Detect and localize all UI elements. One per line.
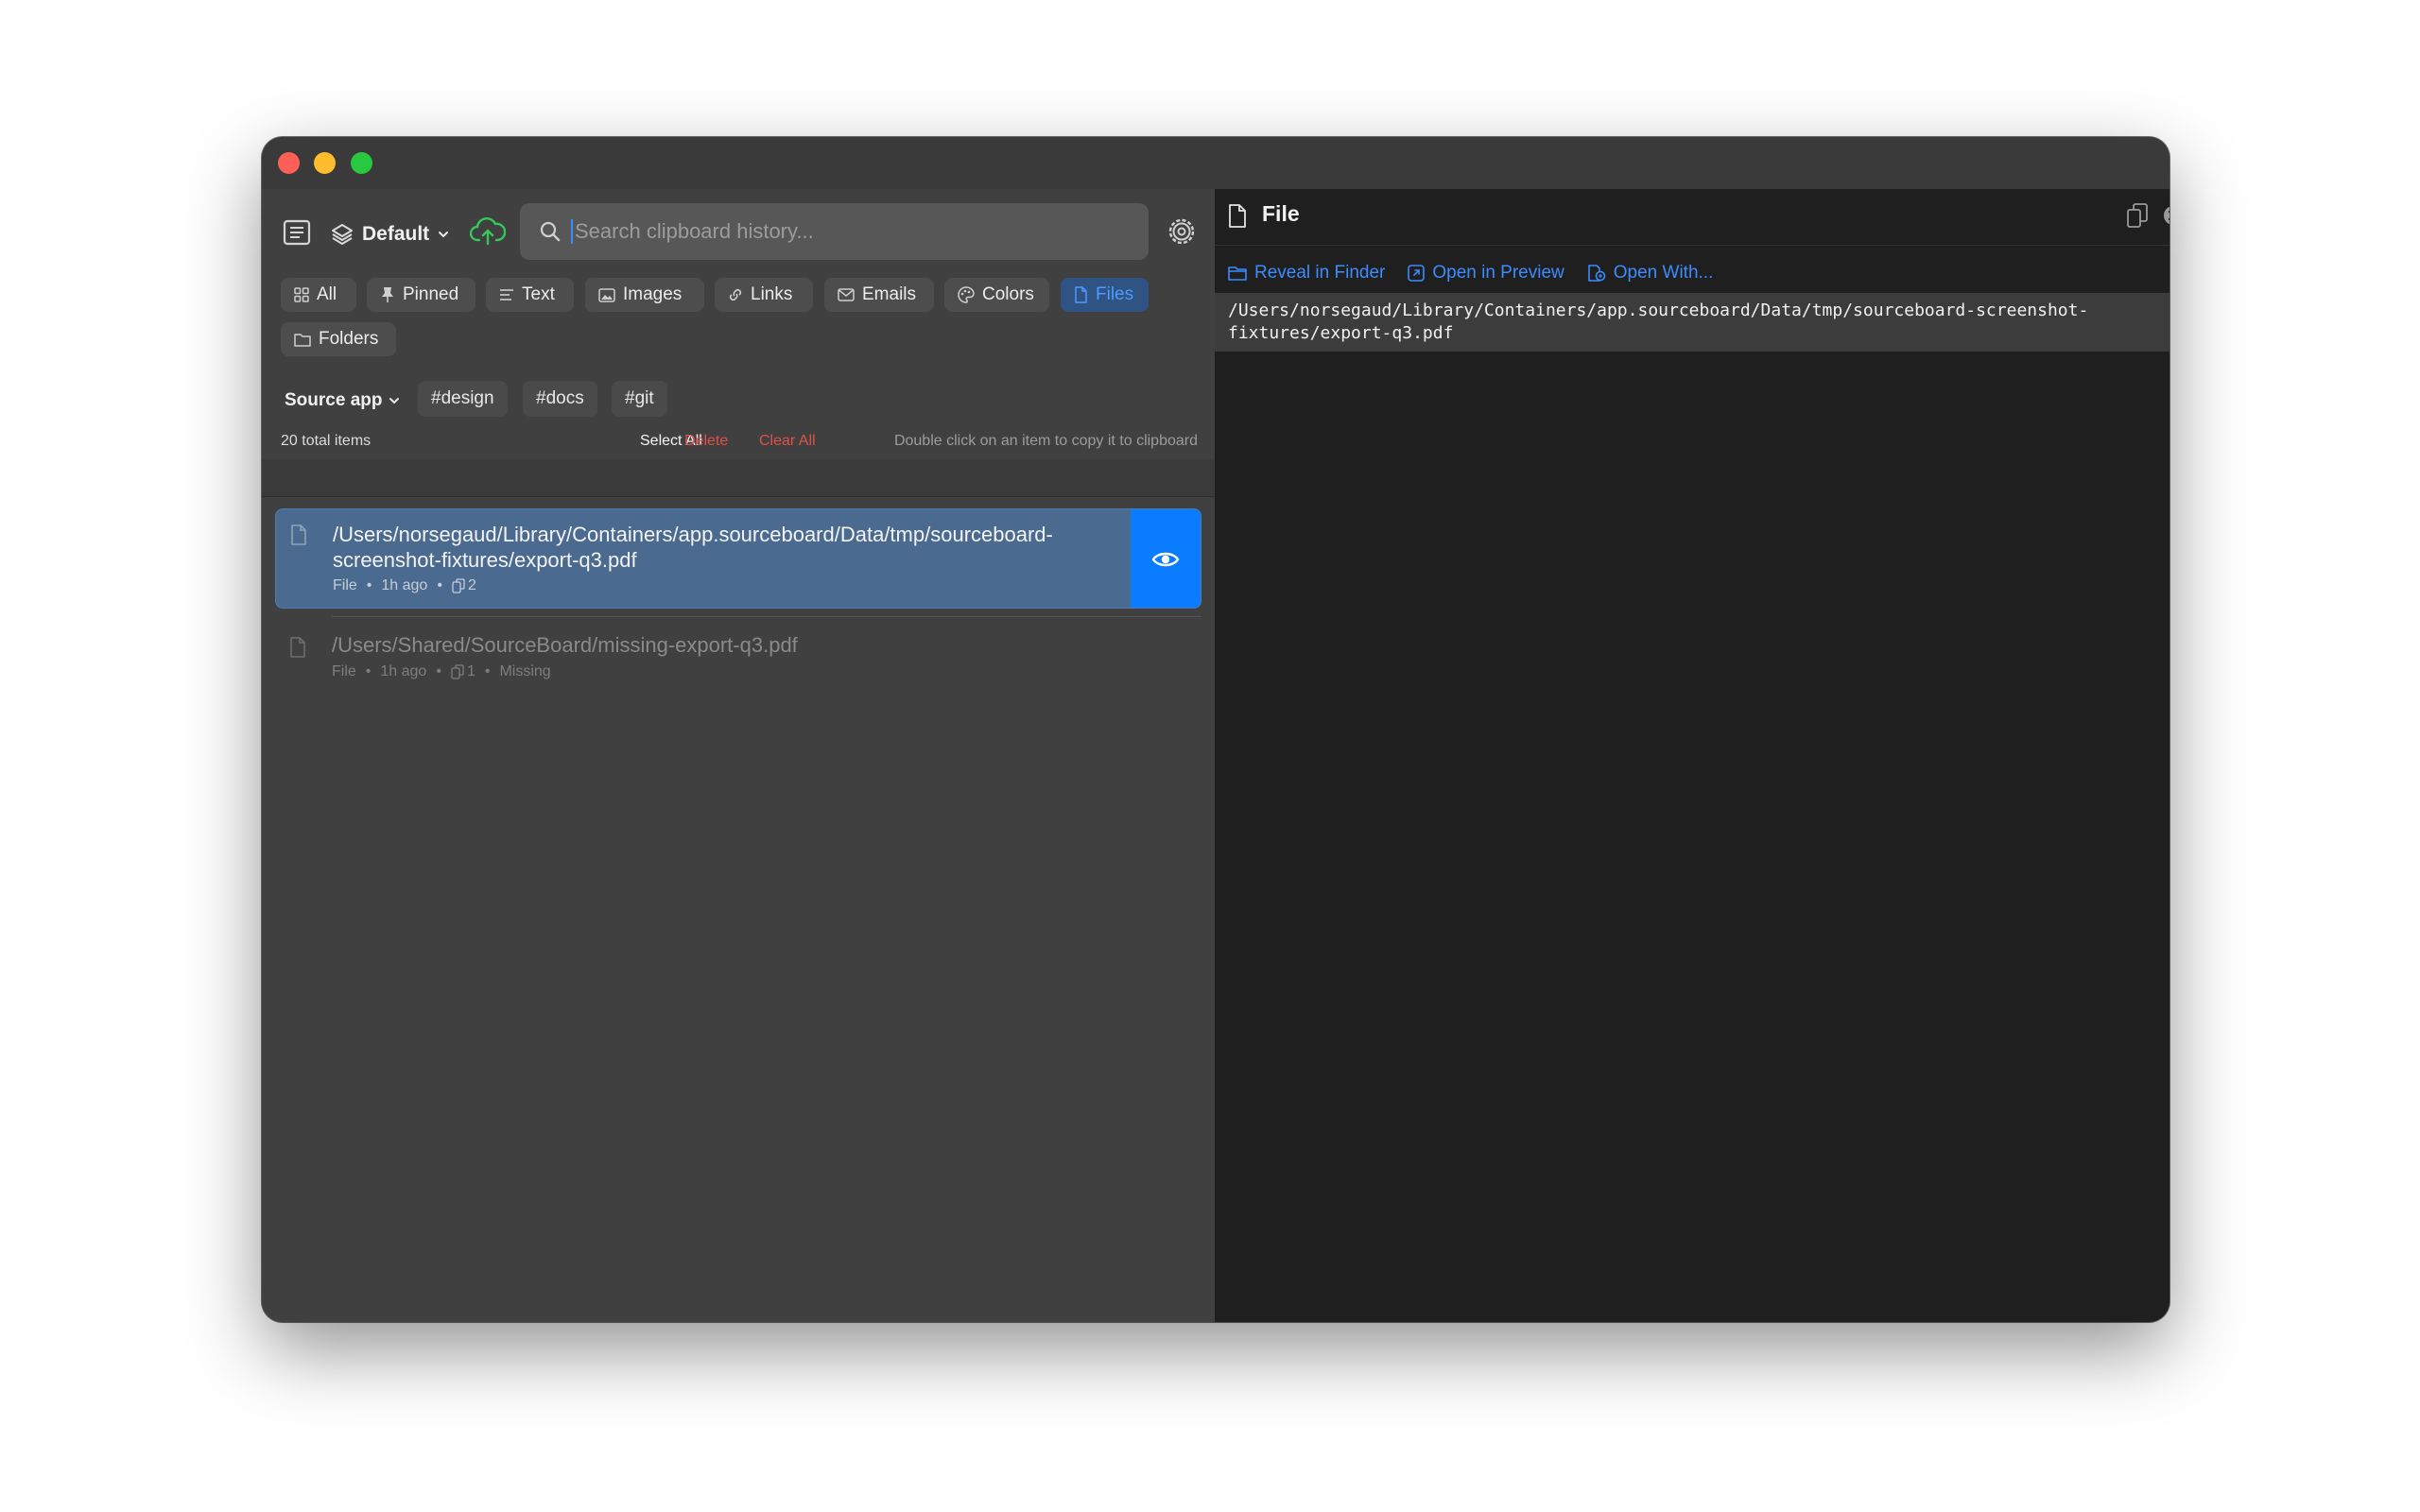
file-actions: Reveal in Finder Open in Preview Open Wi… [1228,263,1713,284]
item-path: /Users/Shared/SourceBoard/missing-export… [332,633,798,657]
history-panel: Default Search clipboard history... All … [262,189,1215,1322]
filter-emails-label: Emails [862,284,917,304]
clear-all-button[interactable]: Clear All [759,433,816,450]
filter-colors-label: Colors [982,284,1034,304]
text-lines-icon [500,289,513,301]
item-copy-count: 2 [467,577,476,593]
item-path: /Users/norsegaud/Library/Containers/app.… [333,523,1053,572]
filter-text[interactable]: Text [486,278,574,312]
search-icon [540,221,561,242]
tag-git[interactable]: #git [612,381,667,417]
filter-text-label: Text [522,284,555,304]
sidebar-icon [283,219,311,246]
delete-button[interactable]: Delete [684,433,728,450]
eye-icon [1151,552,1180,567]
close-detail-button[interactable] [2163,205,2169,231]
copy-count-icon [452,578,465,593]
filter-all-label: All [317,284,337,304]
search-placeholder: Search clipboard history... [575,219,814,243]
app-window: Default Search clipboard history... All … [262,137,2169,1322]
detail-panel: File Reveal in Finder Open in Preview Op… [1215,189,2169,1322]
filter-files-label: Files [1096,284,1134,304]
title-bar [262,137,2169,189]
list-item[interactable]: /Users/Shared/SourceBoard/missing-export… [275,622,1201,697]
filter-images-label: Images [623,284,683,304]
copy-count-icon [451,664,464,679]
filter-all[interactable]: All [281,278,356,312]
reveal-in-finder-label: Reveal in Finder [1254,263,1386,283]
open-in-preview-button[interactable]: Open in Preview [1408,263,1564,284]
filter-pinned[interactable]: Pinned [367,278,475,312]
image-icon [598,287,615,302]
list-status-bar: 20 total items Select All Delete Clear A… [281,427,1198,455]
chevron-down-icon [439,232,449,238]
item-type: File [332,663,356,679]
close-window-button[interactable] [278,152,300,174]
chevron-down-icon [389,398,400,404]
grid-icon [294,287,309,302]
cloud-sync-button[interactable] [469,215,507,252]
copy-icon [2127,203,2148,228]
filter-links-label: Links [751,284,793,304]
external-open-icon [1408,265,1426,282]
settings-button[interactable] [1166,215,1198,252]
open-with-button[interactable]: Open With... [1587,263,1714,284]
document-icon [291,524,306,545]
item-meta: File • 1h ago • 1 • Missing [332,663,551,679]
layers-icon [332,224,353,245]
list-divider [332,616,1201,617]
item-status: Missing [499,663,551,679]
copy-hint: Double click on an item to copy it to cl… [893,433,1198,449]
source-app-menu[interactable]: Source app [285,384,401,418]
open-in-preview-label: Open in Preview [1432,263,1564,283]
item-copy-count: 1 [466,663,475,679]
total-items-count: 20 total items [281,433,372,449]
detail-title: File [1262,201,1300,226]
link-icon [729,288,742,301]
search-field[interactable]: Search clipboard history... [520,203,1149,260]
open-with-label: Open With... [1613,263,1714,283]
envelope-icon [838,288,855,301]
filter-folders-label: Folders [319,329,379,349]
source-app-label: Source app [285,390,383,410]
tag-docs[interactable]: #docs [523,381,597,417]
list-item[interactable]: /Users/norsegaud/Library/Containers/app.… [275,508,1201,609]
cloud-upload-icon [469,217,507,246]
document-icon [290,637,305,658]
item-time: 1h ago [381,577,428,593]
filter-pinned-label: Pinned [403,284,459,304]
filter-folders[interactable]: Folders [281,322,396,356]
profile-label: Default [362,223,430,245]
detail-header: File [1215,189,2169,246]
filter-emails[interactable]: Emails [824,278,934,312]
preview-button[interactable] [1131,509,1201,608]
sidebar-toggle-button[interactable] [283,219,311,250]
close-icon [2164,206,2169,225]
item-time: 1h ago [380,663,427,679]
folder-icon [1228,266,1247,281]
tag-design[interactable]: #design [418,381,508,417]
profile-menu-button[interactable]: Default [330,217,450,251]
document-icon [1229,204,1246,228]
filter-colors[interactable]: Colors [944,278,1049,312]
folder-icon [294,333,311,347]
minimize-window-button[interactable] [314,152,336,174]
open-with-icon [1587,265,1606,282]
filter-images[interactable]: Images [585,278,704,312]
palette-icon [958,286,975,303]
copy-button[interactable] [2126,202,2149,233]
item-type: File [333,577,357,593]
reveal-in-finder-button[interactable]: Reveal in Finder [1228,263,1385,284]
gear-icon [1168,218,1195,245]
file-path-text: /Users/norsegaud/Library/Containers/app.… [1215,293,2169,352]
pin-icon [382,287,393,302]
list-header-spacer [262,459,1215,497]
filter-files[interactable]: Files [1061,278,1149,312]
document-icon [1075,286,1087,303]
zoom-window-button[interactable] [351,152,372,174]
item-meta: File • 1h ago • 2 [333,577,476,593]
filter-links[interactable]: Links [715,278,813,312]
